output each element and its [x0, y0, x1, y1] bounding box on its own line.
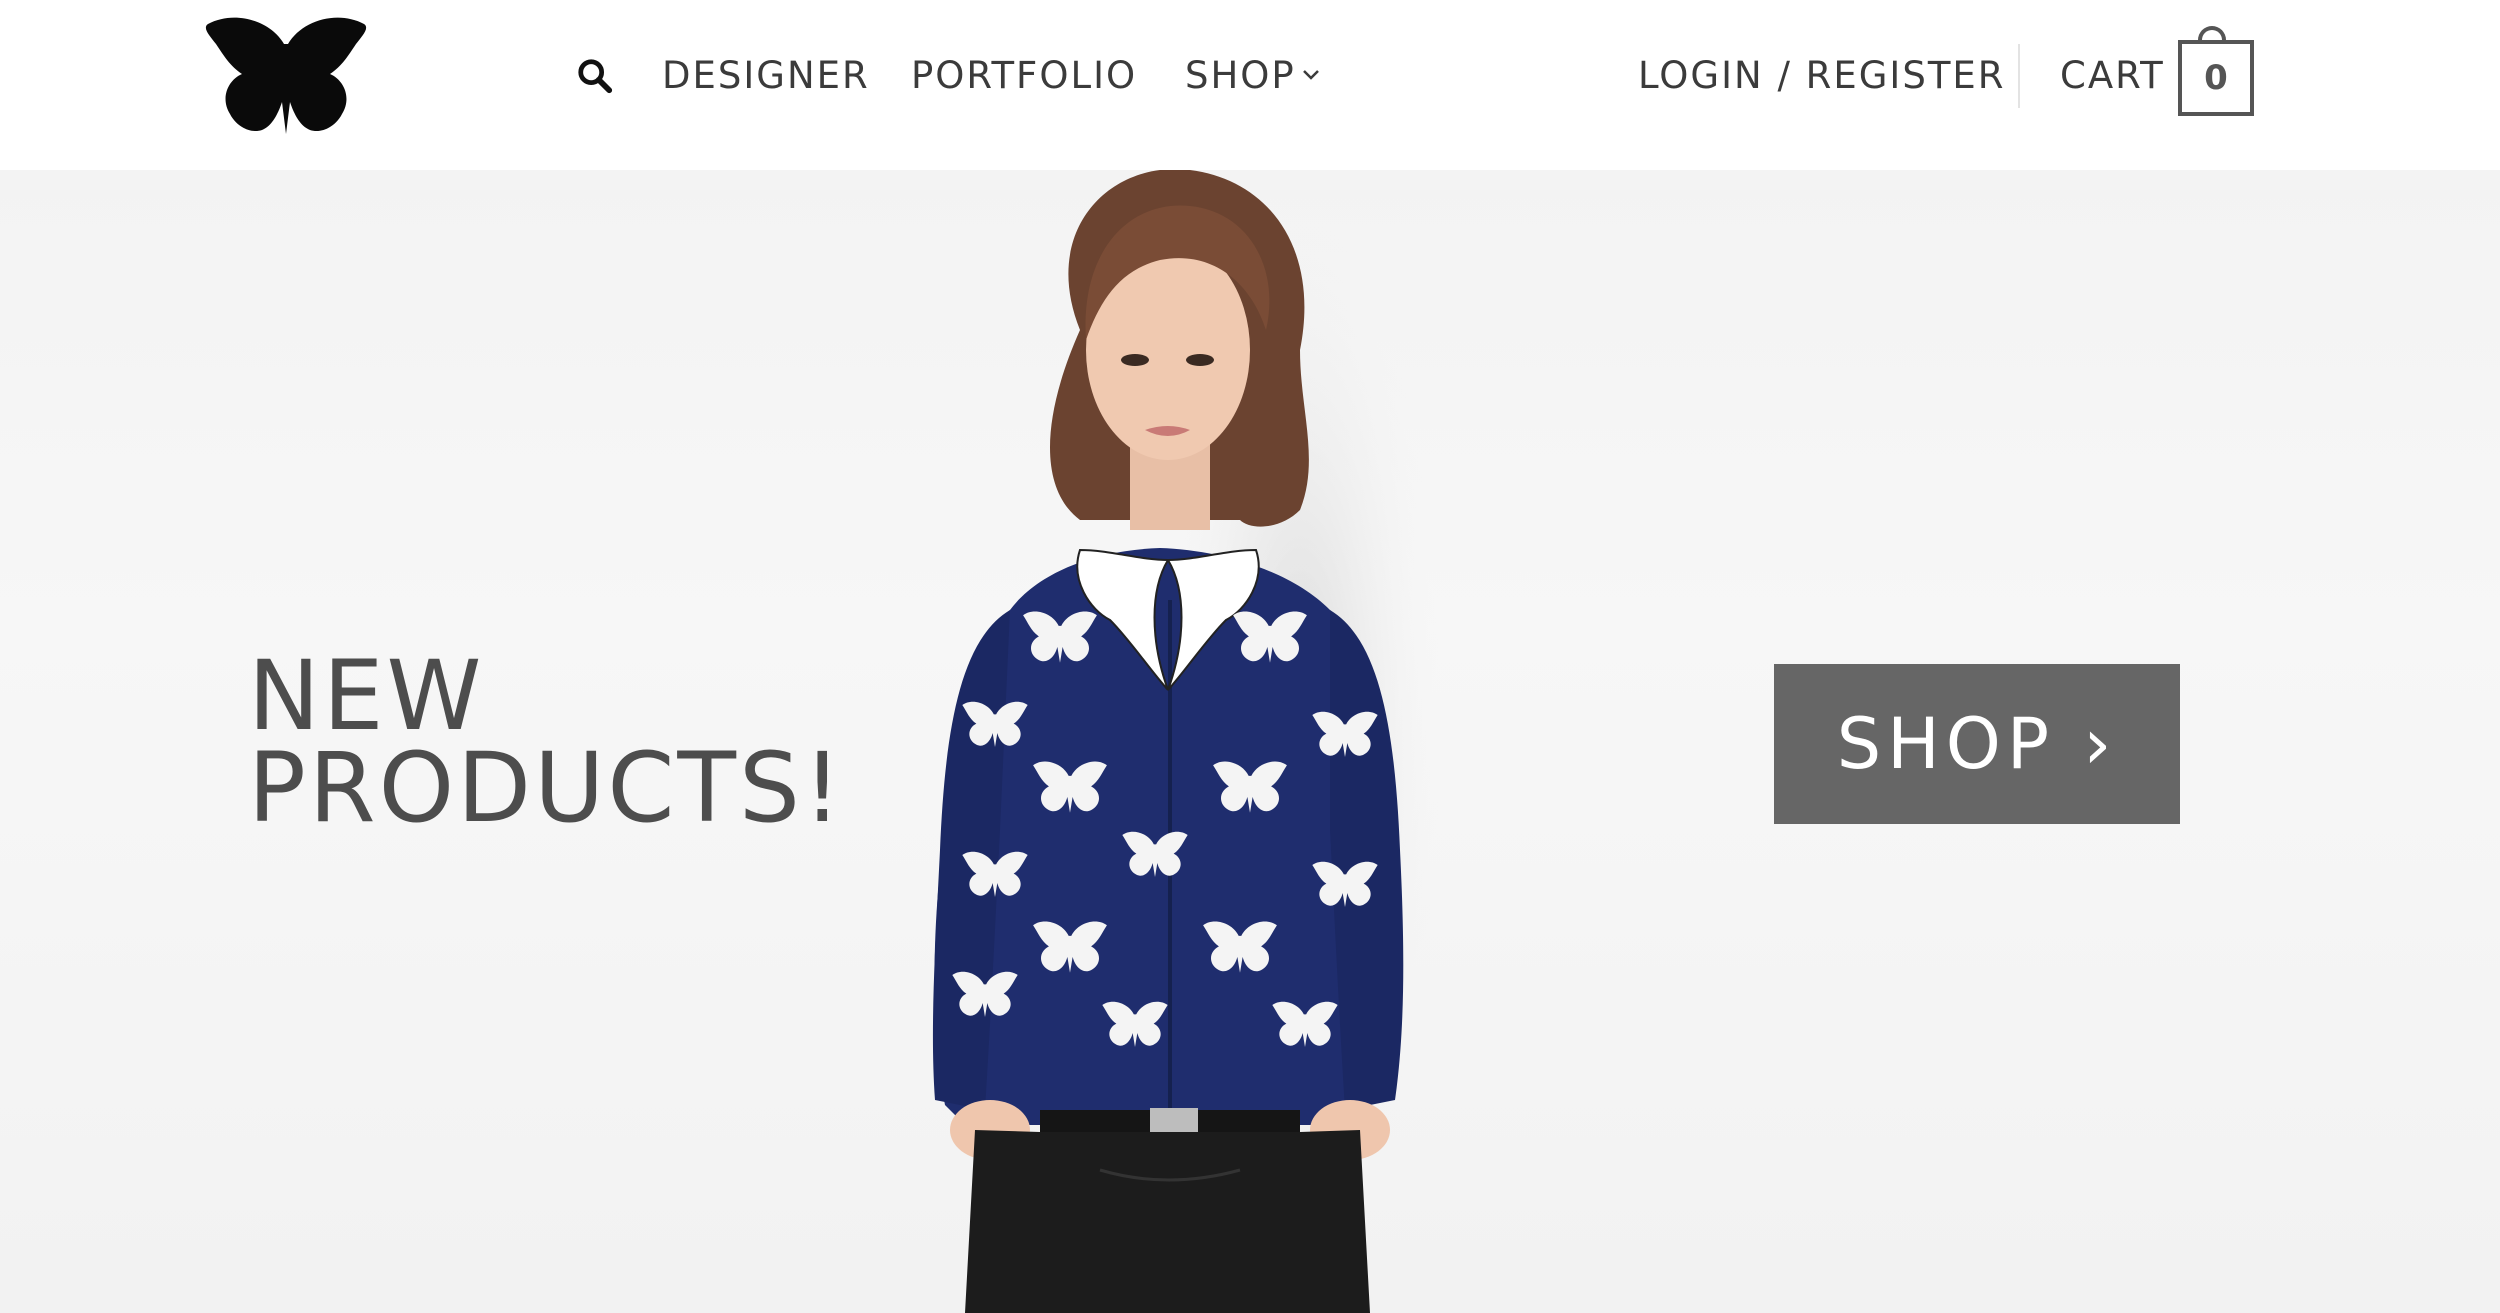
search-icon[interactable] — [576, 56, 614, 96]
cart-count-badge[interactable]: 0 — [2178, 40, 2254, 116]
cart-link[interactable]: CART — [2060, 48, 2165, 104]
nav-designer-link[interactable]: DESIGNER — [662, 48, 870, 104]
hero-title: NEW PRODUCTS! — [248, 640, 845, 844]
nav-portfolio-link[interactable]: PORTFOLIO — [911, 48, 1137, 104]
hero-banner: NEW PRODUCTS! SHOP › — [0, 170, 2500, 1313]
nav-shop-menu[interactable]: SHOP — [1185, 48, 1320, 104]
site-header: DESIGNER PORTFOLIO SHOP LOGIN / REGISTER… — [0, 0, 2500, 170]
butterfly-logo-icon[interactable] — [200, 14, 372, 140]
nav-shop-label: SHOP — [1185, 54, 1296, 97]
nav-divider — [2018, 44, 2020, 108]
hero-shop-button[interactable]: SHOP › — [1774, 664, 2180, 824]
chevron-down-icon — [1302, 69, 1320, 81]
login-register-link[interactable]: LOGIN / REGISTER — [1638, 48, 2006, 104]
